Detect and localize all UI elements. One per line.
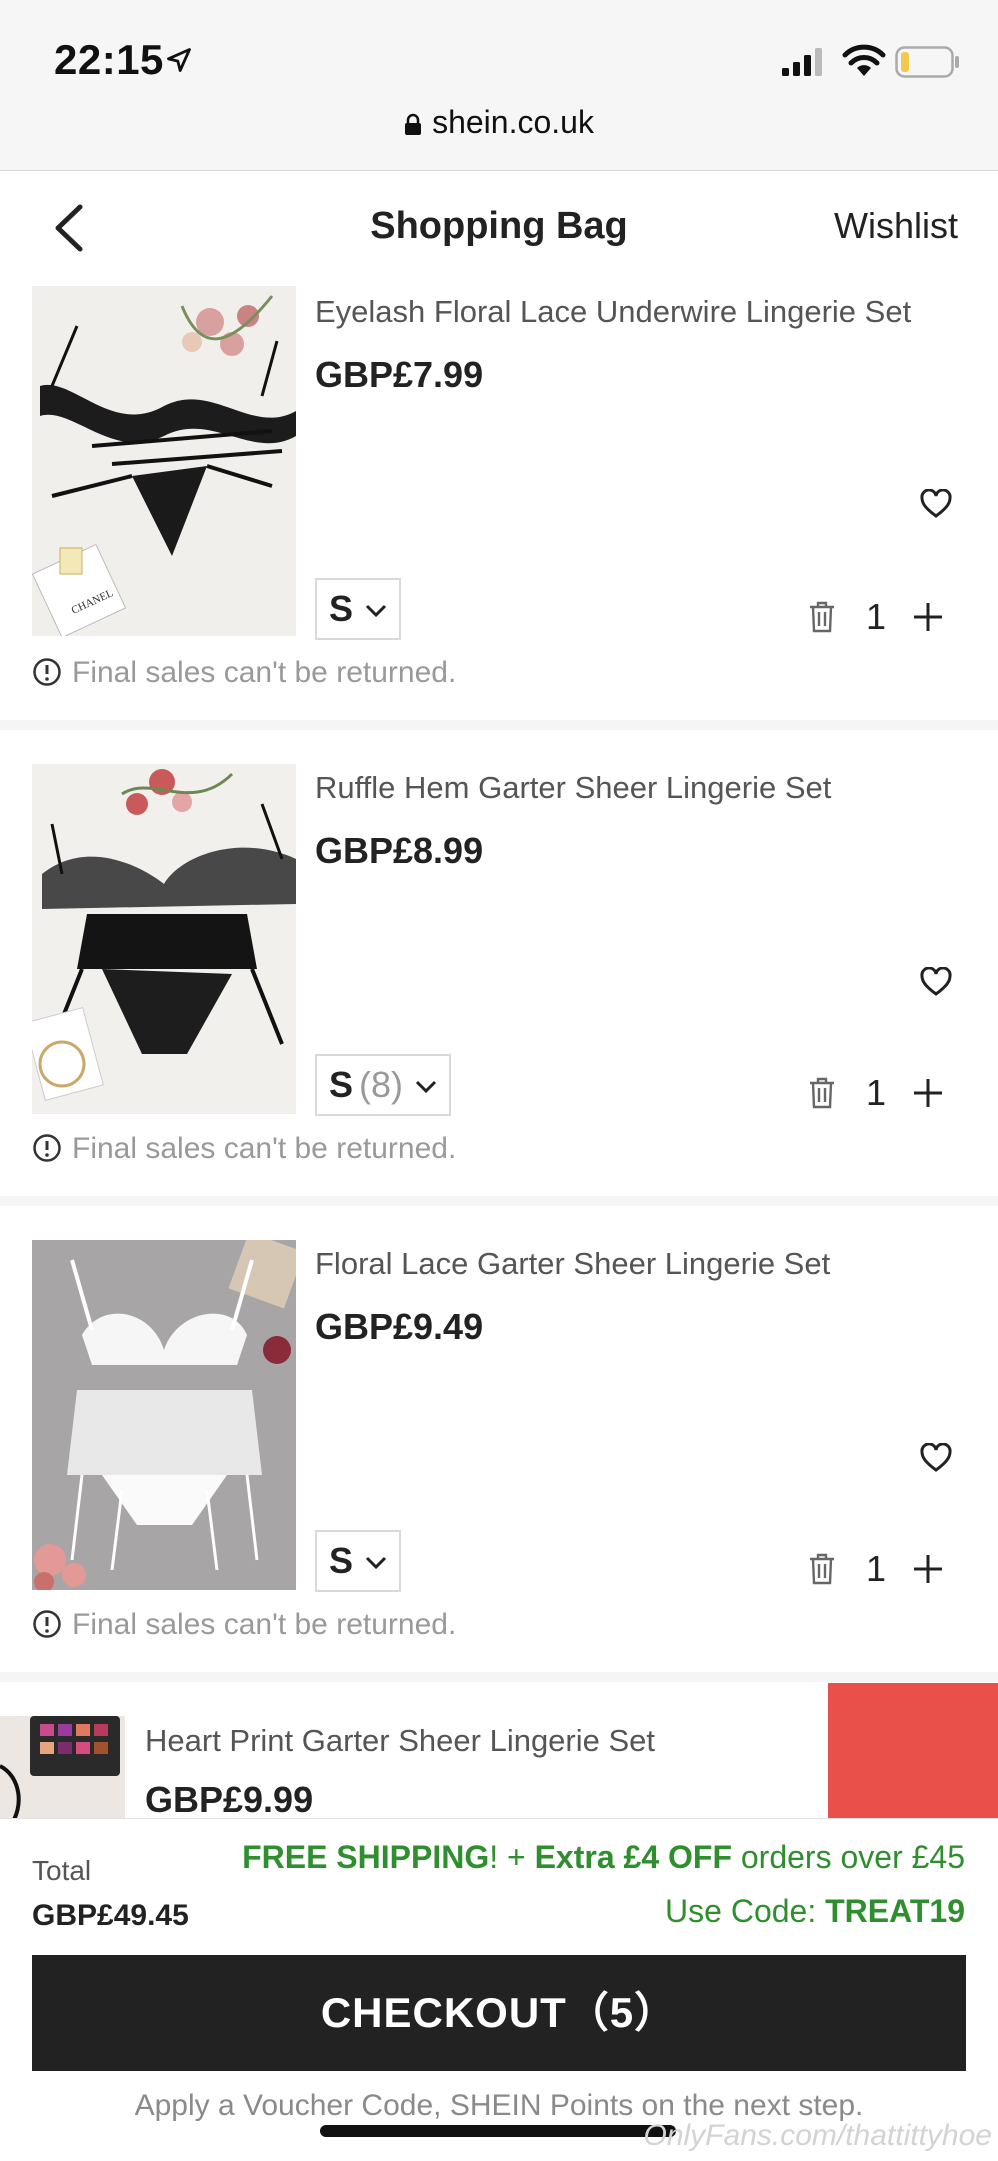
cart-item: CHANEL Eyelash Floral Lace Underwire Lin…	[0, 286, 998, 730]
wishlist-heart-icon[interactable]	[920, 1443, 952, 1473]
size-value: S	[329, 588, 354, 629]
alert-circle-icon	[33, 1134, 61, 1162]
total-label: Total	[32, 1855, 92, 1886]
chevron-down-icon	[365, 605, 387, 618]
delete-trash-icon[interactable]	[808, 1553, 836, 1585]
status-time: 22:15	[54, 36, 164, 83]
product-name[interactable]: Eyelash Floral Lace Underwire Lingerie S…	[315, 294, 911, 330]
promo-free-shipping: FREE SHIPPING	[242, 1839, 490, 1875]
lock-icon	[405, 113, 422, 135]
plus-icon[interactable]	[912, 1553, 944, 1585]
product-image[interactable]	[32, 764, 296, 1114]
cart-item: Ruffle Hem Garter Sheer Lingerie Set GBP…	[0, 730, 998, 1206]
product-name[interactable]: Ruffle Hem Garter Sheer Lingerie Set	[315, 770, 831, 806]
wishlist-heart-icon[interactable]	[920, 489, 952, 519]
promo-code-value: TREAT19	[825, 1893, 965, 1929]
product-price: GBP£9.99	[145, 1779, 314, 1818]
promo-code-line: Use Code: TREAT19	[665, 1893, 965, 1930]
swipe-action-panel[interactable]	[828, 1683, 998, 1818]
wishlist-link[interactable]: Wishlist	[834, 205, 958, 247]
alert-circle-icon	[33, 658, 61, 686]
cart-item: Heart Print Garter Sheer Lingerie Set GB…	[0, 1683, 998, 1818]
product-price: GBP£8.99	[315, 830, 484, 871]
total-value: GBP£49.45	[32, 1899, 189, 1932]
size-value: S	[329, 1064, 354, 1105]
nav-header: Shopping Bag Wishlist	[0, 170, 998, 287]
size-select[interactable]: S (8)	[315, 1054, 452, 1116]
location-arrow-icon	[167, 48, 191, 72]
chevron-down-icon	[415, 1081, 437, 1094]
alert-circle-icon	[33, 1610, 61, 1638]
final-sale-text: Final sales can't be returned.	[72, 656, 457, 689]
final-sale-notice: Final sales can't be returned.	[32, 656, 456, 690]
product-image[interactable]	[0, 1716, 125, 1818]
promo-code-label: Use Code:	[665, 1893, 826, 1929]
delete-trash-icon[interactable]	[808, 1077, 836, 1109]
promo-connector: ! +	[489, 1839, 535, 1875]
home-indicator[interactable]	[320, 2125, 676, 2137]
quantity-value: 1	[866, 1072, 887, 1113]
size-value: S	[329, 1540, 354, 1581]
voucher-note: Apply a Voucher Code, SHEIN Points on th…	[134, 2089, 864, 2122]
final-sale-notice: Final sales can't be returned.	[32, 1132, 456, 1166]
url-text: shein.co.uk	[432, 104, 594, 140]
status-bar: 22:15 shein.co.uk	[0, 0, 998, 170]
product-price: GBP£9.49	[315, 1306, 484, 1347]
plus-icon[interactable]	[912, 1077, 944, 1109]
final-sale-notice: Final sales can't be returned.	[32, 1608, 456, 1642]
size-select[interactable]: S	[315, 1530, 402, 1592]
cellular-signal-icon	[782, 48, 822, 76]
wifi-icon	[842, 44, 886, 76]
final-sale-text: Final sales can't be returned.	[72, 1608, 457, 1641]
checkout-summary-bar: Total GBP£49.45 FREE SHIPPING! + Extra £…	[0, 1818, 998, 2161]
quantity-value: 1	[866, 596, 887, 637]
delete-trash-icon[interactable]	[808, 601, 836, 633]
product-name[interactable]: Heart Print Garter Sheer Lingerie Set	[145, 1723, 655, 1759]
shipping-promo-banner: FREE SHIPPING! + Extra £4 OFF orders ove…	[242, 1839, 965, 1876]
promo-condition: orders over £45	[731, 1839, 965, 1875]
promo-extra-off: Extra £4 OFF	[534, 1839, 732, 1875]
final-sale-text: Final sales can't be returned.	[72, 1132, 457, 1165]
product-image[interactable]	[32, 1240, 296, 1590]
product-image[interactable]: CHANEL	[32, 286, 296, 636]
cart-item: Floral Lace Garter Sheer Lingerie Set GB…	[0, 1206, 998, 1682]
size-stock-count: (8)	[359, 1064, 404, 1105]
url-bar[interactable]: shein.co.uk	[0, 104, 998, 141]
size-select[interactable]: S	[315, 578, 402, 640]
chevron-down-icon	[365, 1557, 387, 1570]
wishlist-heart-icon[interactable]	[920, 967, 952, 997]
plus-icon[interactable]	[912, 601, 944, 633]
product-name[interactable]: Floral Lace Garter Sheer Lingerie Set	[315, 1246, 830, 1282]
checkout-button[interactable]: CHECKOUT（5）	[32, 1955, 966, 2071]
quantity-value: 1	[866, 1548, 887, 1589]
product-price: GBP£7.99	[315, 354, 484, 395]
battery-icon	[895, 46, 959, 78]
watermark: OnlyFans.com/thattittyhoe	[643, 2119, 993, 2152]
